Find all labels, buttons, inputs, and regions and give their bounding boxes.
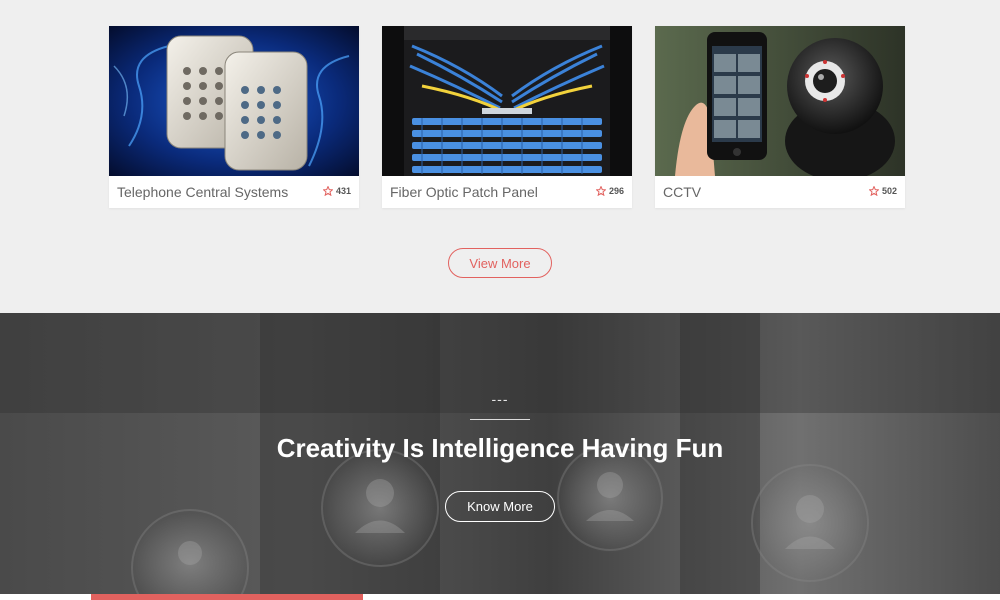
like-counter[interactable]: 502 bbox=[868, 186, 897, 196]
card-caption: CCTV 502 bbox=[655, 176, 905, 208]
portfolio-section: Telephone Central Systems 431 Fiber Opti… bbox=[0, 0, 1000, 313]
portfolio-card[interactable]: Telephone Central Systems 431 bbox=[109, 26, 359, 208]
banner-tagline: Creativity Is Intelligence Having Fun bbox=[276, 433, 724, 463]
portfolio-image-keypad[interactable] bbox=[109, 26, 359, 176]
like-count: 431 bbox=[335, 186, 351, 196]
portfolio-card[interactable]: CCTV 502 bbox=[655, 26, 905, 208]
decorative-dashes: --- bbox=[491, 391, 509, 407]
accent-bar bbox=[91, 594, 363, 600]
portfolio-image-fiber-panel[interactable] bbox=[382, 26, 632, 176]
card-title[interactable]: Fiber Optic Patch Panel bbox=[390, 184, 538, 200]
like-count: 296 bbox=[608, 186, 624, 196]
like-counter[interactable]: 431 bbox=[322, 186, 351, 196]
like-count: 502 bbox=[881, 186, 897, 196]
know-more-button[interactable]: Know More bbox=[445, 491, 555, 522]
card-title[interactable]: Telephone Central Systems bbox=[117, 184, 288, 200]
card-caption: Telephone Central Systems 431 bbox=[109, 176, 359, 208]
portfolio-image-cctv[interactable] bbox=[655, 26, 905, 176]
quote-banner: --- Creativity Is Intelligence Having Fu… bbox=[0, 313, 1000, 594]
star-icon[interactable] bbox=[868, 186, 879, 196]
divider-line bbox=[470, 419, 530, 420]
card-title[interactable]: CCTV bbox=[663, 184, 701, 200]
like-counter[interactable]: 296 bbox=[595, 186, 624, 196]
star-icon[interactable] bbox=[595, 186, 606, 196]
view-more-button[interactable]: View More bbox=[448, 248, 552, 278]
portfolio-card[interactable]: Fiber Optic Patch Panel 296 bbox=[382, 26, 632, 208]
star-icon[interactable] bbox=[322, 186, 333, 196]
card-caption: Fiber Optic Patch Panel 296 bbox=[382, 176, 632, 208]
